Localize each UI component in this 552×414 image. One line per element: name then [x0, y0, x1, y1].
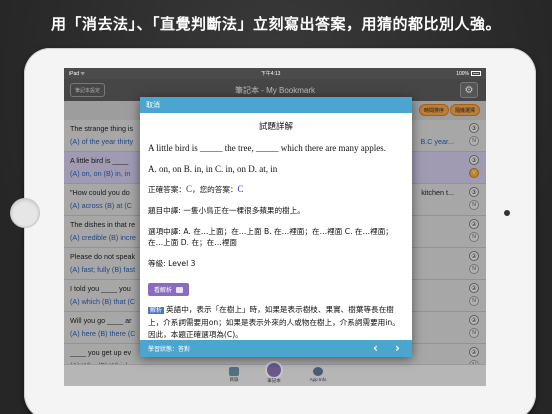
status-bar: iPad ᯤ 下午4:13 100%: [64, 68, 486, 79]
status-time: 下午4:13: [260, 71, 281, 77]
question-translation: 題目中譯: 一隻小鳥正在一棵很多蘋果的樹上。: [148, 206, 305, 215]
previous-arrow-icon[interactable]: ‹: [373, 341, 378, 355]
difficulty-level: 等級: Level 3: [148, 259, 196, 268]
cancel-button[interactable]: 取消: [146, 100, 160, 110]
your-answer: C: [237, 184, 244, 194]
home-button[interactable]: [10, 198, 40, 228]
view-explanation-button[interactable]: 看解析: [148, 283, 190, 296]
modal-title: 試題詳解: [258, 122, 293, 132]
learning-status: 學習狀態：答對: [148, 347, 191, 353]
battery-percent: 100%: [456, 70, 469, 77]
choices-translation: 選項中譯: A. 在…上面；在…上面 B. 在…裡面；在…裡面 C. 在…裡面；…: [148, 227, 393, 247]
next-arrow-icon[interactable]: ›: [395, 341, 400, 355]
comment-icon: [176, 286, 184, 293]
answer-line: 正確答案：C，您的答案：C: [148, 184, 244, 194]
question-sentence: A little bird is _____ the tree, _____ w…: [148, 143, 386, 153]
answer-detail-modal: 取消 試題詳解 A little bird is _____ the tree,…: [140, 97, 412, 357]
app-screen: iPad ᯤ 下午4:13 100% 筆記本設定 筆記本 - My Bookma…: [64, 68, 486, 386]
camera-icon: [504, 210, 510, 216]
battery-icon: [471, 71, 481, 76]
answer-choices: A. on, on B. in, in C. in, on D. at, in: [148, 164, 278, 174]
device-label: iPad ᯤ: [69, 70, 85, 77]
modal-footer: 學習狀態：答對 ‹ ›: [140, 340, 412, 357]
explanation-tag: 解析: [148, 307, 165, 314]
promo-headline: 用「消去法」、「直覺判斷法」立刻寫出答案，用猜的都比別人強。: [50, 15, 501, 33]
explanation-text: 解析 英語中，表示「在樹上」時，如果是表示樹枝、果實、樹葉等長在樹上，介系詞需要用…: [148, 305, 400, 339]
modal-header: 取消: [140, 97, 412, 113]
